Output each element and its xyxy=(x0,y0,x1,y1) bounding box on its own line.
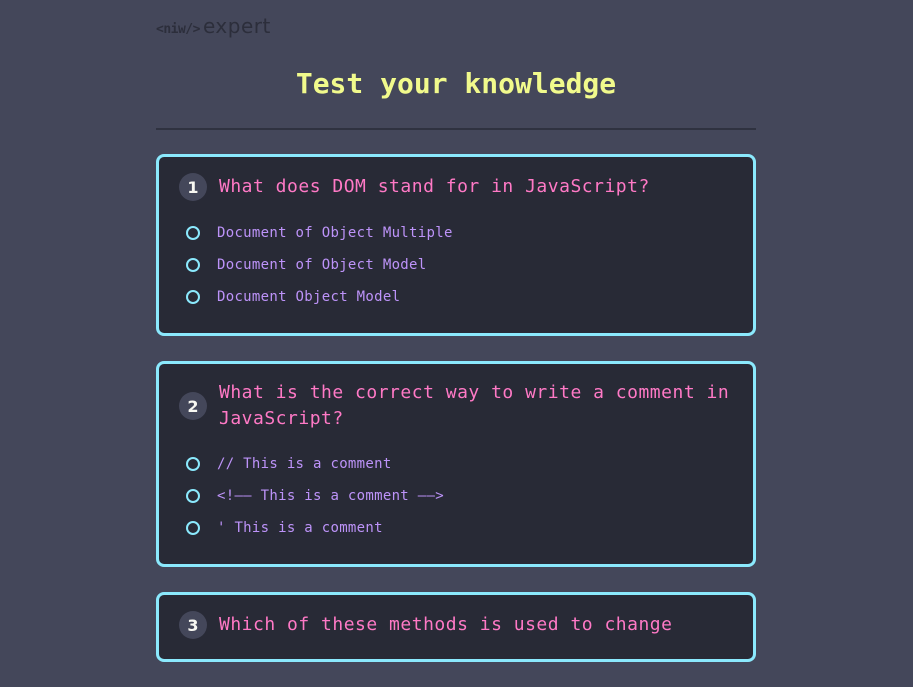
question-number-badge: 1 xyxy=(179,173,207,201)
radio-button[interactable] xyxy=(186,226,200,240)
question-card-3: 3 Which of these methods is used to chan… xyxy=(156,592,756,662)
question-header: 2 What is the correct way to write a com… xyxy=(179,380,733,432)
answer-option-label[interactable]: // This is a comment xyxy=(217,456,392,472)
question-card-2: 2 What is the correct way to write a com… xyxy=(156,361,756,567)
answer-option-label[interactable]: Document Object Model xyxy=(217,289,400,305)
question-number-badge: 3 xyxy=(179,611,207,639)
answer-option-label[interactable]: ' This is a comment xyxy=(217,520,383,536)
answer-options: // This is a comment <!—— This is a comm… xyxy=(179,448,733,544)
question-text: What is the correct way to write a comme… xyxy=(219,382,730,429)
quiz-list: 1 What does DOM stand for in JavaScript?… xyxy=(156,154,756,687)
question-card-1: 1 What does DOM stand for in JavaScript?… xyxy=(156,154,756,336)
answer-options: Document of Object Multiple Document of … xyxy=(179,217,733,313)
radio-button[interactable] xyxy=(186,521,200,535)
answer-option[interactable]: Document Object Model xyxy=(179,281,733,313)
answer-option[interactable]: <!—— This is a comment ——> xyxy=(179,480,733,512)
radio-button[interactable] xyxy=(186,258,200,272)
answer-option-label[interactable]: Document of Object Multiple xyxy=(217,225,453,241)
answer-option-label[interactable]: Document of Object Model xyxy=(217,257,427,273)
question-text: What does DOM stand for in JavaScript? xyxy=(219,176,650,197)
answer-option[interactable]: ' This is a comment xyxy=(179,512,733,544)
question-text: Which of these methods is used to change xyxy=(219,614,673,635)
radio-button[interactable] xyxy=(186,457,200,471)
page-title: Test your knowledge xyxy=(295,67,617,100)
question-header: 3 Which of these methods is used to chan… xyxy=(179,611,733,639)
brand-logo[interactable]: <niw/> expert xyxy=(156,14,271,40)
logo-word: expert xyxy=(202,14,271,38)
title-divider xyxy=(156,128,756,130)
answer-option[interactable]: // This is a comment xyxy=(179,448,733,480)
radio-button[interactable] xyxy=(186,489,200,503)
answer-option[interactable]: Document of Object Model xyxy=(179,249,733,281)
question-header: 1 What does DOM stand for in JavaScript? xyxy=(179,173,733,201)
logo-code: <niw/> xyxy=(156,22,200,37)
radio-button[interactable] xyxy=(186,290,200,304)
answer-option[interactable]: Document of Object Multiple xyxy=(179,217,733,249)
answer-option-label[interactable]: <!—— This is a comment ——> xyxy=(217,488,444,504)
question-number-badge: 2 xyxy=(179,392,207,420)
